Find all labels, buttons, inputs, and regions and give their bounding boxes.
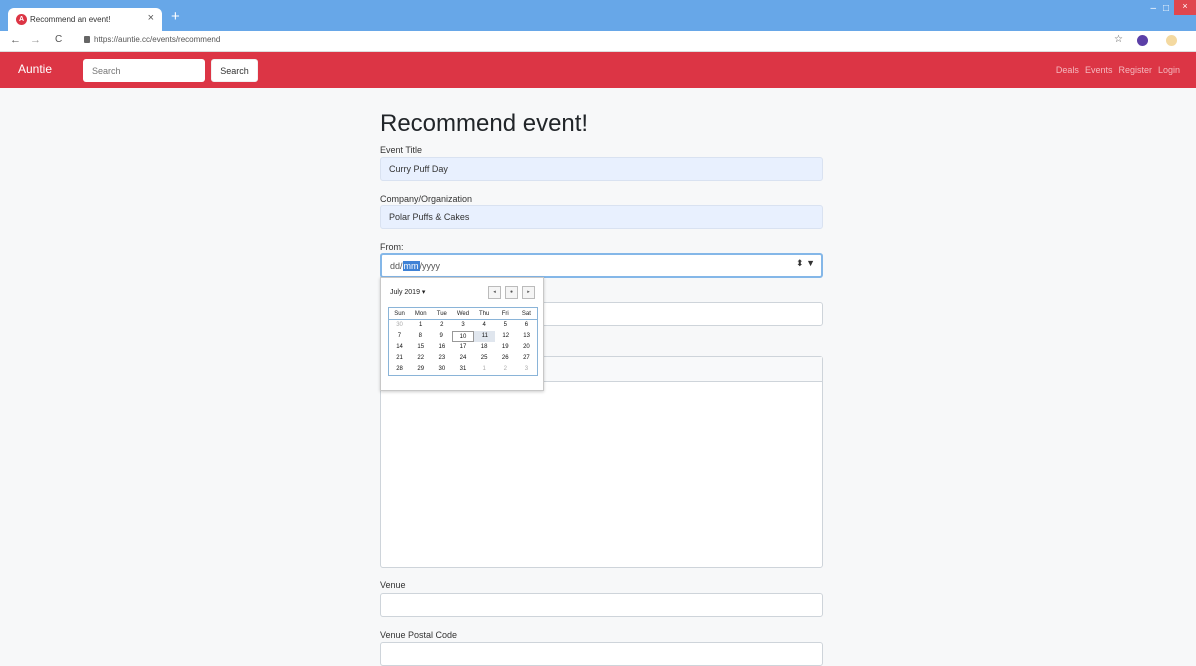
- nav-link-login[interactable]: Login: [1158, 65, 1180, 75]
- maximize-icon[interactable]: □: [1163, 3, 1169, 14]
- calendar-day[interactable]: 1: [410, 320, 431, 331]
- browser-tab-strip: A Recommend an event! × + – □ ×: [0, 0, 1196, 31]
- calendar-day[interactable]: 27: [516, 353, 537, 364]
- calendar-day[interactable]: 19: [495, 342, 516, 353]
- calendar-day[interactable]: 7: [389, 331, 410, 342]
- calendar-day[interactable]: 31: [452, 364, 473, 375]
- date-segment-dd[interactable]: dd/: [390, 261, 403, 271]
- calendar-day[interactable]: 1: [474, 364, 495, 375]
- calendar-day[interactable]: 3: [452, 320, 473, 331]
- event-title-field[interactable]: Curry Puff Day: [380, 157, 823, 181]
- calendar-week: 28 29 30 31 1 2 3: [389, 364, 537, 375]
- site-navbar: Auntie Search Deals Events Register Logi…: [0, 52, 1196, 88]
- nav-link-events[interactable]: Events: [1085, 65, 1113, 75]
- calendar-day[interactable]: 29: [410, 364, 431, 375]
- date-spinner-icon[interactable]: ⬍ ▼: [796, 258, 815, 269]
- address-bar: ← → C https://auntie.cc/events/recommend…: [0, 31, 1196, 52]
- calendar-day[interactable]: 21: [389, 353, 410, 364]
- month-selector[interactable]: July 2019 ▾: [390, 288, 425, 296]
- calendar-day[interactable]: 28: [389, 364, 410, 375]
- calendar-week: 14 15 16 17 18 19 20: [389, 342, 537, 353]
- calendar-day[interactable]: 26: [495, 353, 516, 364]
- minimize-icon[interactable]: –: [1150, 3, 1156, 14]
- lock-icon: [84, 36, 90, 43]
- search-button[interactable]: Search: [211, 59, 258, 82]
- forward-icon[interactable]: →: [30, 34, 41, 46]
- postal-field[interactable]: [380, 642, 823, 666]
- calendar-day-today[interactable]: 10: [451, 331, 475, 342]
- browser-tab[interactable]: A Recommend an event! ×: [8, 8, 162, 31]
- nav-links: Deals Events Register Login: [1056, 65, 1180, 75]
- company-value: Polar Puffs & Cakes: [389, 212, 470, 222]
- calendar-day[interactable]: 3: [516, 364, 537, 375]
- new-tab-button[interactable]: +: [171, 8, 180, 25]
- calendar-day[interactable]: 12: [495, 331, 516, 342]
- profile-avatar-icon[interactable]: [1166, 35, 1177, 46]
- date-segment-mm[interactable]: mm: [402, 260, 420, 271]
- prev-month-icon[interactable]: ◂: [488, 286, 501, 299]
- calendar-day[interactable]: 14: [389, 342, 410, 353]
- close-window-icon[interactable]: ×: [1174, 0, 1196, 15]
- venue-field[interactable]: [380, 593, 823, 617]
- next-month-icon[interactable]: ▸: [522, 286, 535, 299]
- calendar-day[interactable]: 6: [516, 320, 537, 331]
- extension-icon[interactable]: [1137, 35, 1148, 46]
- event-title-label: Event Title: [380, 145, 423, 155]
- nav-link-deals[interactable]: Deals: [1056, 65, 1079, 75]
- calendar-week: 7 8 9 10 11 12 13: [389, 331, 537, 342]
- calendar-day[interactable]: 30: [389, 320, 410, 331]
- venue-label: Venue: [380, 580, 406, 590]
- tab-title: Recommend an event!: [30, 15, 111, 24]
- from-label: From:: [380, 242, 404, 252]
- weekday-label: Tue: [436, 311, 447, 317]
- favicon-icon: A: [16, 14, 27, 25]
- weekday-label: Sun: [394, 311, 405, 317]
- weekday-label: Wed: [456, 311, 470, 317]
- weekday-label: Sat: [521, 311, 531, 317]
- reload-icon[interactable]: C: [55, 34, 62, 45]
- calendar-grid: Sun Mon Tue Wed Thu Fri Sat 30 1 2 3 4 5…: [388, 307, 538, 376]
- calendar-day[interactable]: 22: [410, 353, 431, 364]
- calendar-day[interactable]: 30: [431, 364, 452, 375]
- page-title: Recommend event!: [380, 110, 589, 137]
- event-title-value: Curry Puff Day: [389, 164, 448, 174]
- calendar-day[interactable]: 5: [495, 320, 516, 331]
- calendar-day[interactable]: 9: [431, 331, 452, 342]
- tab-close-icon[interactable]: ×: [148, 12, 154, 24]
- calendar-day[interactable]: 15: [410, 342, 431, 353]
- calendar-day[interactable]: 13: [516, 331, 537, 342]
- company-label: Company/Organization: [380, 194, 473, 204]
- company-field[interactable]: Polar Puffs & Cakes: [380, 205, 823, 229]
- brand-logo[interactable]: Auntie: [18, 62, 52, 76]
- weekday-label: Mon: [414, 311, 427, 317]
- weekday-label: Fri: [501, 311, 509, 317]
- calendar-day[interactable]: 4: [474, 320, 495, 331]
- calendar-day[interactable]: 8: [410, 331, 431, 342]
- today-icon[interactable]: ●: [505, 286, 518, 299]
- calendar-day[interactable]: 24: [452, 353, 473, 364]
- calendar-day[interactable]: 2: [495, 364, 516, 375]
- calendar-day[interactable]: 25: [474, 353, 495, 364]
- nav-link-register[interactable]: Register: [1118, 65, 1152, 75]
- calendar-day[interactable]: 23: [431, 353, 452, 364]
- calendar-week: 30 1 2 3 4 5 6: [389, 320, 537, 331]
- weekday-label: Thu: [478, 311, 490, 317]
- calendar-day[interactable]: 2: [431, 320, 452, 331]
- back-icon[interactable]: ←: [10, 34, 21, 46]
- date-picker-popup: July 2019 ▾ ◂ ● ▸ Sun Mon Tue Wed Thu Fr…: [380, 277, 544, 391]
- from-date-field[interactable]: dd/mm/yyyy ⬍ ▼: [380, 253, 823, 278]
- search-input[interactable]: [83, 59, 205, 82]
- calendar-day[interactable]: 18: [474, 342, 495, 353]
- calendar-day[interactable]: 17: [452, 342, 473, 353]
- url-text[interactable]: https://auntie.cc/events/recommend: [94, 35, 220, 44]
- date-segment-yyyy[interactable]: /yyyy: [420, 261, 441, 271]
- postal-label: Venue Postal Code: [380, 630, 458, 640]
- weekday-header: Sun Mon Tue Wed Thu Fri Sat: [389, 308, 537, 320]
- calendar-week: 21 22 23 24 25 26 27: [389, 353, 537, 364]
- star-icon[interactable]: ☆: [1114, 34, 1123, 45]
- calendar-day[interactable]: 16: [431, 342, 452, 353]
- calendar-day[interactable]: 20: [516, 342, 537, 353]
- calendar-day-highlighted[interactable]: 11: [474, 331, 496, 342]
